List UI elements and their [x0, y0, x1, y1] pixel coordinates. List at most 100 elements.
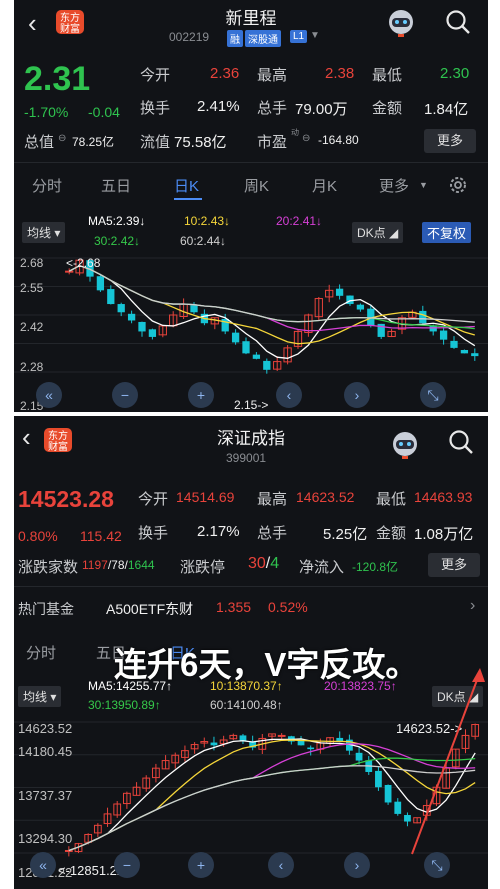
info-icon-2[interactable]: ⊖ [302, 133, 310, 144]
open-label: 今开 [138, 491, 169, 508]
high-label: 最高 [257, 491, 288, 508]
ma-type-select[interactable]: 均线 ▾ [22, 222, 66, 243]
volume-label: 总手 [257, 525, 288, 542]
zoom-out-icon[interactable]: − [114, 852, 140, 878]
collapse-left-icon[interactable]: « [36, 382, 62, 408]
float-value: 75.58亿 [174, 134, 227, 151]
dk-point-select[interactable]: DK点 ◢ [352, 222, 404, 243]
open-label: 今开 [140, 67, 171, 84]
low-value: 14463.93 [414, 489, 473, 505]
scroll-right-icon[interactable]: › [344, 852, 370, 878]
ma-type-label: 均线 [23, 690, 48, 704]
candle-body [127, 313, 136, 321]
fullscreen-icon[interactable]: ⤡ [420, 382, 446, 408]
candle-body [277, 734, 286, 737]
ma-line [68, 757, 476, 852]
ma30-value: 30:13950.89 [88, 698, 155, 712]
fund-price: 1.355 [216, 599, 252, 615]
candle-body [355, 752, 363, 761]
high-value: 14623.52 [296, 489, 355, 505]
scroll-left-icon[interactable]: ‹ [276, 382, 302, 408]
chevron-right-icon[interactable]: › [470, 597, 475, 615]
volume-value: 5.25亿 [323, 526, 368, 543]
search-icon[interactable] [447, 428, 475, 456]
limit-up: 30 [248, 555, 266, 572]
tab-more[interactable]: 更多 [379, 175, 409, 196]
tab-monthly-k[interactable]: 月K [312, 175, 337, 196]
ma60-label: 60:2.44↓ [180, 234, 227, 248]
stock-panel: ‹ 东方 财富 新里程 002219 融 深股通 L1 ▼ 2.31 -1.70%… [14, 0, 488, 412]
zoom-in-icon[interactable]: + [188, 852, 214, 878]
gear-icon[interactable] [447, 174, 469, 196]
candle-body [404, 815, 411, 822]
tab-weekly-k[interactable]: 周K [244, 175, 269, 196]
dropdown-icon: ▼ [419, 180, 428, 190]
dk-point-select[interactable]: DK点 ◢ [432, 686, 484, 707]
min-marker-value: 2.15 [234, 398, 258, 412]
mktcap-value: 78.25亿 [72, 135, 115, 149]
max-marker: 14623.52-> [396, 721, 463, 736]
candle-body [148, 329, 157, 337]
tab-daily-k[interactable]: 日K [174, 175, 199, 196]
collapse-left-icon[interactable]: « [30, 852, 56, 878]
axis-label-3: 2.28 [20, 360, 44, 374]
kline-chart[interactable] [14, 250, 488, 412]
fund-pct: 0.52% [268, 599, 308, 615]
scroll-left-icon[interactable]: ‹ [268, 852, 294, 878]
candle-body [335, 288, 344, 296]
tab-five-day[interactable]: 五日 [101, 175, 131, 196]
zoom-in-icon[interactable]: + [188, 382, 214, 408]
ma10-value: 10:2.43 [184, 214, 225, 228]
change-pct: -1.70% [24, 104, 69, 120]
tab-intraday[interactable]: 分时 [26, 642, 56, 663]
adjust-select[interactable]: 不复权 [422, 222, 472, 243]
high-value: 2.38 [325, 65, 355, 82]
fullscreen-icon[interactable]: ⤡ [424, 852, 450, 878]
zoom-out-icon[interactable]: − [112, 382, 138, 408]
candle-body [64, 849, 73, 852]
index-change-pct: 0.80% [18, 528, 58, 544]
ma30-label: 30:2.42↓ [94, 234, 141, 248]
limit-down: 4 [270, 555, 280, 572]
candle-body [471, 353, 479, 357]
robot-avatar-icon[interactable] [386, 8, 416, 38]
pe-sup: 动 [291, 128, 299, 137]
axis-label-1: 2.55 [20, 281, 44, 295]
scroll-right-icon[interactable]: › [344, 382, 370, 408]
tag-l1: L1 [290, 30, 308, 43]
amount-value: 1.08万亿 [414, 526, 474, 543]
axis-label-2: 13737.37 [18, 788, 73, 803]
candle-body [242, 341, 250, 354]
tag-connect: 深股通 [245, 30, 281, 47]
axis-label-2: 2.42 [20, 320, 44, 334]
axis-label-3: 13294.30 [18, 831, 73, 846]
more-button[interactable]: 更多 [428, 553, 480, 577]
candle-body [252, 354, 261, 359]
last-price: 2.31 [24, 60, 91, 98]
info-icon[interactable]: ⊖ [58, 133, 66, 144]
ma5-value: MA5:2.39 [88, 214, 140, 228]
axis-label-1: 14180.45 [18, 744, 73, 759]
ma5-label: MA5:2.39↓ [88, 214, 146, 228]
more-button[interactable]: 更多 [424, 129, 476, 153]
dropdown-icon[interactable]: ▼ [310, 30, 320, 41]
fund-label: 热门基金 [18, 601, 74, 617]
candle-body [394, 801, 402, 814]
dk-label: DK点 [437, 690, 466, 704]
candle-body [210, 742, 218, 746]
tag-margin: 融 [227, 30, 243, 47]
ma10-label: 10:2.43↓ [184, 214, 231, 228]
mktcap-label: 总值 [24, 134, 55, 151]
tab-intraday[interactable]: 分时 [32, 175, 62, 196]
candle-body [138, 321, 146, 332]
fund-name[interactable]: A500ETF东财 [106, 599, 193, 619]
kline-svg [14, 257, 488, 374]
robot-avatar-icon[interactable] [390, 430, 420, 460]
candle-body [460, 349, 469, 354]
ma-type-select[interactable]: 均线 ▾ [18, 686, 62, 707]
search-icon[interactable] [444, 8, 472, 36]
candle-body [190, 305, 198, 313]
axis-label-0: 14623.52 [18, 721, 73, 736]
low-value: 2.30 [440, 65, 470, 82]
candle-body [231, 332, 240, 343]
